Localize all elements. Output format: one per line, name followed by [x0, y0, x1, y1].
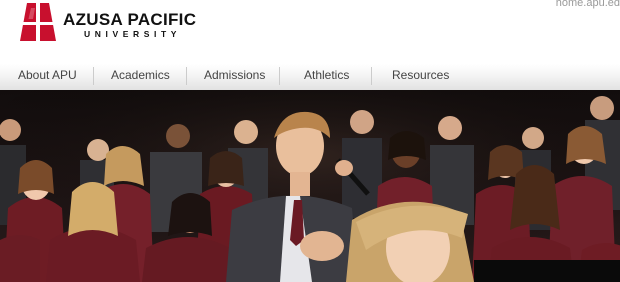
hero-banner — [0, 90, 620, 282]
nav-item-academics[interactable]: Academics — [111, 64, 170, 88]
home-link[interactable]: home.apu.ed — [556, 0, 620, 9]
nav-item-admissions[interactable]: Admissions — [204, 64, 265, 88]
nav-divider — [93, 67, 94, 85]
nav-item-about-apu[interactable]: About APU — [18, 64, 77, 88]
university-name: AZUSA PACIFIC — [63, 10, 197, 29]
site-header: AZUSA PACIFIC UNIVERSITY home.apu.ed — [0, 0, 620, 64]
nav-item-resources[interactable]: Resources — [392, 64, 449, 88]
university-subname: UNIVERSITY — [84, 29, 182, 39]
nav-divider — [279, 67, 280, 85]
university-logo[interactable]: AZUSA PACIFIC UNIVERSITY — [18, 2, 200, 44]
choir-photo — [0, 90, 620, 282]
nav-divider — [186, 67, 187, 85]
nav-divider — [371, 67, 372, 85]
nav-item-athletics[interactable]: Athletics — [304, 64, 349, 88]
main-nav: About APU Academics Admissions Athletics… — [0, 64, 620, 91]
apu-logo-icon — [20, 3, 56, 41]
